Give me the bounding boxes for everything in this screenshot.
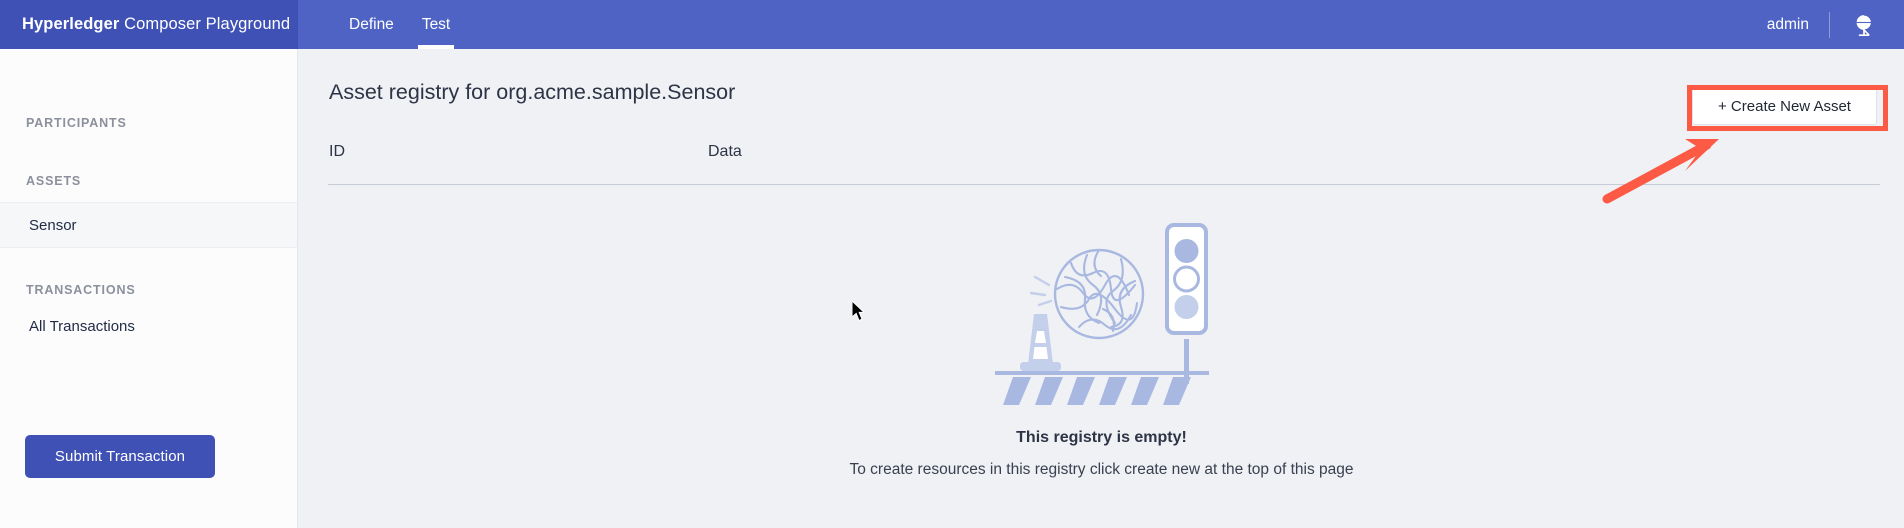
sidebar-item-sensor[interactable]: Sensor bbox=[0, 202, 297, 248]
page-title: Asset registry for org.acme.sample.Senso… bbox=[329, 80, 736, 104]
app-header: Hyperledger Composer Playground Define T… bbox=[0, 0, 1904, 49]
sidebar-item-all-transactions-label: All Transactions bbox=[29, 317, 135, 335]
main-content: Asset registry for org.acme.sample.Senso… bbox=[299, 49, 1904, 528]
brand-logo[interactable]: Hyperledger Composer Playground bbox=[0, 0, 298, 49]
tab-test[interactable]: Test bbox=[408, 0, 464, 49]
submit-transaction-button[interactable]: Submit Transaction bbox=[25, 435, 215, 478]
empty-state-subtitle: To create resources in this registry cli… bbox=[849, 461, 1354, 478]
sidebar-item-all-transactions[interactable]: All Transactions bbox=[0, 307, 297, 345]
sidebar-section-transactions: TRANSACTIONS bbox=[26, 283, 136, 297]
empty-state-title: This registry is empty! bbox=[1016, 429, 1187, 446]
sidebar-section-assets: ASSETS bbox=[26, 174, 82, 188]
sidebar: PARTICIPANTS ASSETS Sensor TRANSACTIONS … bbox=[0, 49, 298, 528]
empty-registry-illustration bbox=[994, 223, 1209, 405]
brand-title: Hyperledger Composer Playground bbox=[22, 15, 290, 34]
column-header-id: ID bbox=[329, 143, 345, 160]
column-header-data: Data bbox=[708, 143, 742, 160]
registry-table-header: ID Data bbox=[299, 135, 1904, 198]
tab-test-label: Test bbox=[421, 15, 451, 33]
tab-define-label: Define bbox=[349, 15, 394, 33]
sidebar-section-participants: PARTICIPANTS bbox=[26, 116, 127, 130]
user-name-label: admin bbox=[1766, 15, 1809, 33]
brand-title-light: Composer Playground bbox=[119, 15, 291, 33]
sidebar-item-sensor-label: Sensor bbox=[29, 216, 77, 234]
create-new-asset-button[interactable]: + Create New Asset bbox=[1692, 87, 1877, 125]
globe-icon[interactable] bbox=[1852, 12, 1878, 38]
brand-title-strong: Hyperledger bbox=[22, 15, 120, 33]
tab-define[interactable]: Define bbox=[335, 0, 408, 49]
table-header-divider bbox=[328, 184, 1880, 185]
header-divider bbox=[1829, 11, 1830, 38]
header-nav-tabs: Define Test bbox=[298, 0, 464, 49]
header-right-area: admin bbox=[1767, 0, 1904, 49]
empty-state: This registry is empty! To create resour… bbox=[299, 219, 1904, 479]
